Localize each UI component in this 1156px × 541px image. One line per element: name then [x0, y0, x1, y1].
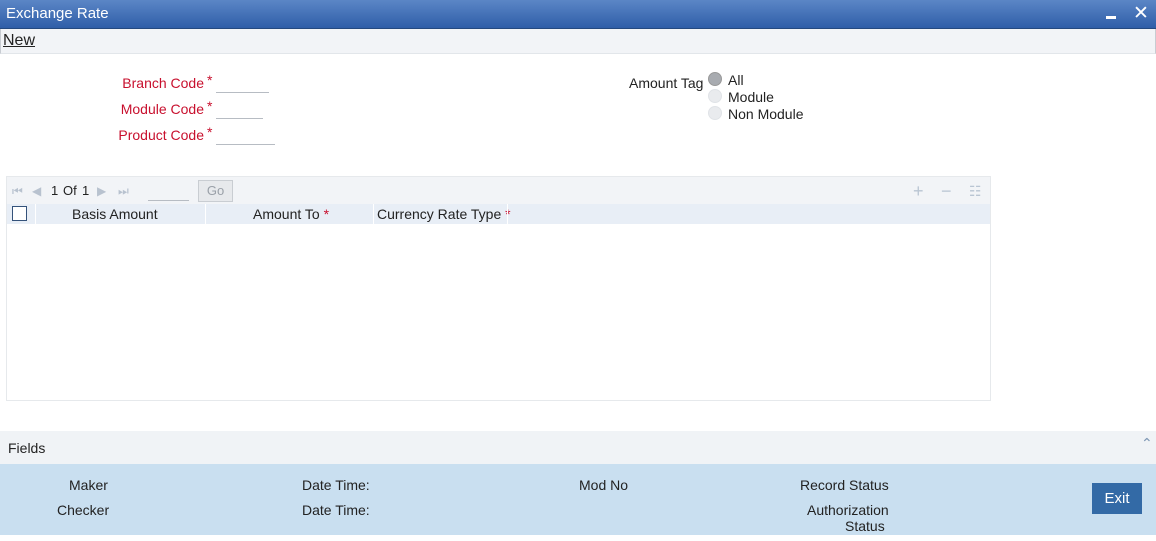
- branch-code-input[interactable]: [216, 73, 269, 93]
- amount-tag-label: Amount Tag: [629, 75, 704, 91]
- close-icon[interactable]: ✕: [1131, 4, 1151, 24]
- amount-to-required-mark: *: [323, 206, 330, 222]
- fields-section-bar[interactable]: Fields ⌃: [0, 431, 1156, 464]
- last-page-icon[interactable]: ⏭: [118, 184, 129, 199]
- record-status-label: Record Status: [800, 477, 889, 493]
- collapse-caret-icon[interactable]: ⌃: [1141, 435, 1153, 452]
- module-code-required-mark: *: [207, 98, 213, 114]
- amount-tag-non-module-radio[interactable]: [708, 106, 722, 120]
- column-divider: [373, 204, 374, 224]
- branch-code-label: Branch Code: [122, 75, 204, 91]
- amount-to-column-header[interactable]: Amount To *: [253, 204, 329, 224]
- maker-label: Maker: [69, 477, 108, 493]
- currency-rate-type-column-header[interactable]: Currency Rate Type *: [377, 204, 511, 224]
- product-code-input[interactable]: [216, 125, 275, 145]
- module-code-label: Module Code: [120, 101, 204, 117]
- delete-row-icon[interactable]: −: [941, 181, 952, 202]
- currency-rate-type-header-text: Currency Rate Type: [377, 206, 502, 222]
- select-all-checkbox[interactable]: [12, 206, 27, 221]
- product-code-required-mark: *: [207, 124, 213, 140]
- new-menu-link[interactable]: New: [3, 32, 35, 50]
- title-bar: Exchange Rate ✕: [0, 0, 1156, 29]
- mod-no-label: Mod No: [579, 477, 629, 493]
- grid-toolbar: ⏮ ◀ 1 Of 1 ▶ ⏭ Go + − ☷: [7, 177, 990, 204]
- menu-bar: New: [0, 29, 1156, 54]
- column-divider: [35, 204, 36, 224]
- bottom-edge: [0, 535, 1156, 541]
- grid-header-row: Basis Amount Amount To * Currency Rate T…: [7, 204, 990, 224]
- audit-footer: Maker Checker Date Time: Date Time: Mod …: [0, 464, 1156, 535]
- next-page-icon[interactable]: ▶: [97, 184, 106, 198]
- amount-tag-module-radio[interactable]: [708, 89, 722, 103]
- branch-code-required-mark: *: [207, 72, 213, 88]
- checker-label: Checker: [57, 502, 110, 518]
- basis-amount-column-header[interactable]: Basis Amount: [72, 204, 158, 224]
- minimize-icon[interactable]: [1101, 4, 1121, 24]
- amount-tag-non-module-label: Non Module: [728, 106, 804, 122]
- column-divider: [205, 204, 206, 224]
- amount-to-header-text: Amount To: [253, 206, 320, 222]
- authorization-status-label: Status: [845, 518, 885, 534]
- go-button[interactable]: Go: [198, 180, 233, 202]
- current-page-number: 1: [51, 183, 59, 198]
- total-pages-number: 1: [82, 183, 90, 198]
- exit-button[interactable]: Exit: [1092, 483, 1142, 514]
- checker-date-time-label: Date Time:: [302, 502, 370, 518]
- module-code-input[interactable]: [216, 99, 263, 119]
- first-page-icon[interactable]: ⏮: [12, 184, 23, 199]
- maker-date-time-label: Date Time:: [302, 477, 370, 493]
- add-row-icon[interactable]: +: [913, 181, 924, 202]
- authorization-label: Authorization: [807, 502, 889, 518]
- product-code-label: Product Code: [118, 127, 204, 143]
- window-title: Exchange Rate: [6, 5, 109, 22]
- exchange-rate-grid: ⏮ ◀ 1 Of 1 ▶ ⏭ Go + − ☷ Basis Amount Amo…: [6, 176, 991, 401]
- column-divider: [507, 204, 508, 224]
- fields-section-label: Fields: [8, 440, 46, 456]
- amount-tag-all-radio[interactable]: [708, 72, 722, 86]
- single-view-icon[interactable]: ☷: [969, 183, 982, 200]
- amount-tag-module-label: Module: [728, 89, 774, 105]
- prev-page-icon[interactable]: ◀: [32, 184, 41, 198]
- page-of-label: Of: [63, 183, 77, 198]
- page-number-input[interactable]: [148, 181, 189, 201]
- amount-tag-all-label: All: [728, 72, 744, 88]
